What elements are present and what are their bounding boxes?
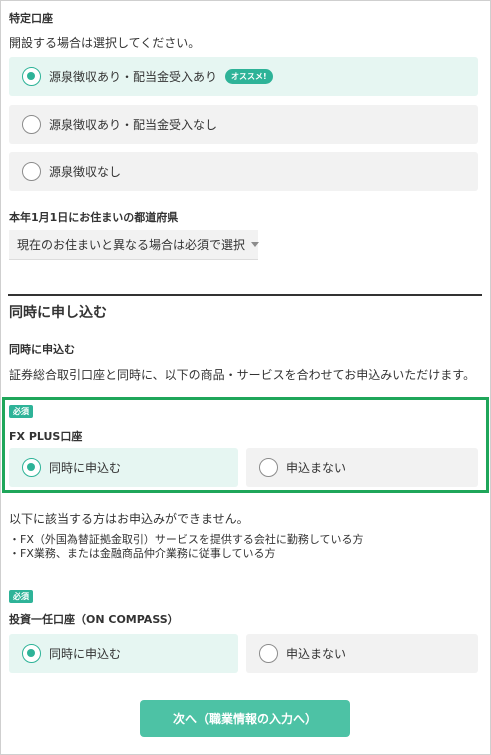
compass-required-badge: 必須 (9, 590, 33, 603)
tokutei-option-1[interactable]: 源泉徴収あり・配当金受入あり オススメ! (9, 57, 478, 96)
radio-unselected-icon[interactable] (259, 458, 278, 477)
fx-bullet-2: ・FX業務、または金融商品仲介業務に従事している方 (9, 547, 276, 560)
radio-unselected-icon[interactable] (22, 115, 41, 134)
radio-selected-icon[interactable] (22, 644, 41, 663)
fx-required-badge: 必須 (9, 405, 33, 418)
radio-unselected-icon[interactable] (22, 162, 41, 181)
option-label: 申込まない (286, 461, 347, 475)
option-label: 源泉徴収あり・配当金受入あり (49, 70, 218, 84)
radio-selected-icon[interactable] (22, 458, 41, 477)
tokutei-title: 特定口座 (9, 12, 53, 25)
compass-title: 投資一任口座（ON COMPASS） (9, 613, 179, 626)
prefecture-select[interactable]: 現在のお住まいと異なる場合は必須で選択 (9, 230, 260, 260)
tokutei-option-2[interactable]: 源泉徴収あり・配当金受入なし (9, 105, 478, 144)
option-label: 同時に申込む (49, 647, 122, 661)
radio-selected-icon[interactable] (22, 67, 41, 86)
compass-option-yes[interactable]: 同時に申込む (9, 634, 238, 673)
option-label: 同時に申込む (49, 461, 122, 475)
prefecture-select-value: 現在のお住まいと異なる場合は必須で選択 (17, 238, 246, 252)
option-label: 申込まない (286, 647, 347, 661)
fx-title: FX PLUS口座 (9, 430, 83, 443)
section-divider (8, 294, 482, 296)
fx-option-yes[interactable]: 同時に申込む (9, 448, 238, 487)
next-button[interactable]: 次へ（職業情報の入力へ） (140, 700, 350, 737)
radio-unselected-icon[interactable] (259, 644, 278, 663)
fx-option-no[interactable]: 申込まない (246, 448, 478, 487)
option-label: 源泉徴収あり・配当金受入なし (49, 118, 218, 132)
compass-option-no[interactable]: 申込まない (246, 634, 478, 673)
recommended-badge: オススメ! (225, 69, 273, 84)
simultaneous-subtitle: 同時に申込む (9, 343, 75, 356)
simultaneous-description: 証券総合取引口座と同時に、以下の商品・サービスを合わせてお申込みいただけます。 (9, 368, 476, 382)
simultaneous-heading: 同時に申し込む (9, 305, 107, 321)
chevron-down-icon (251, 242, 260, 247)
prefecture-title: 本年1月1日にお住まいの都道府県 (9, 211, 179, 224)
tokutei-option-3[interactable]: 源泉徴収なし (9, 152, 478, 191)
fx-note: 以下に該当する方はお申込みができません。 (9, 512, 249, 526)
option-label: 源泉徴収なし (49, 165, 122, 179)
tokutei-description: 開設する場合は選択してください。 (9, 36, 201, 50)
